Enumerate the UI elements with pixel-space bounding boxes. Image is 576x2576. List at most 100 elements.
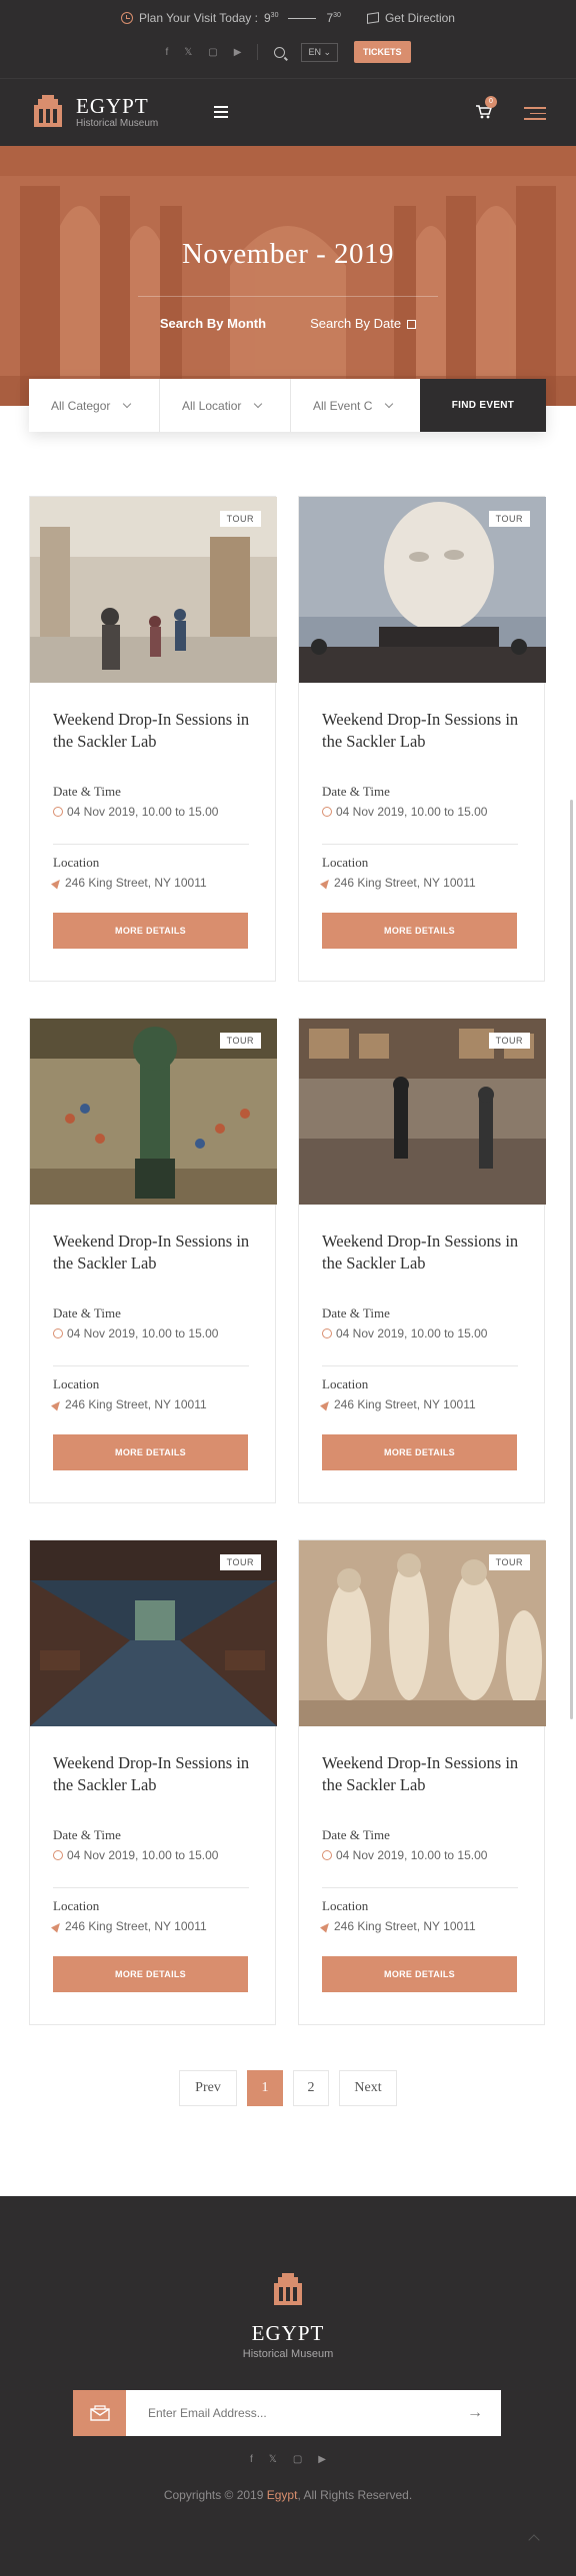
event-location: 246 King Street, NY 10011 xyxy=(51,1397,207,1411)
email-field[interactable] xyxy=(126,2390,449,2436)
page-1-button[interactable]: 1 xyxy=(247,2070,283,2106)
find-event-button[interactable]: FIND EVENT xyxy=(420,379,546,432)
event-card: TOUR Weekend Drop-In Sessions in the Sack… xyxy=(298,1018,546,1503)
location-arrow-icon xyxy=(51,1919,63,1933)
location-arrow-icon xyxy=(320,876,332,890)
location-label: Location xyxy=(322,1376,369,1391)
event-title[interactable]: Weekend Drop-In Sessions in the Sackler … xyxy=(53,1231,253,1275)
more-details-button[interactable]: MORE DETAILS xyxy=(53,1434,248,1470)
youtube-icon[interactable]: ▶ xyxy=(318,2454,326,2465)
card-divider xyxy=(53,1365,249,1366)
hero-divider xyxy=(138,296,438,297)
facebook-icon[interactable]: f xyxy=(250,2454,253,2465)
visit-label: Plan Your Visit Today : xyxy=(139,11,258,25)
next-page-button[interactable]: Next xyxy=(339,2070,397,2106)
clock-icon xyxy=(53,807,63,817)
footer-brand-name: EGYPT xyxy=(251,2321,325,2345)
youtube-icon[interactable]: ▶ xyxy=(234,47,242,58)
card-divider xyxy=(322,1365,518,1366)
date-time-label: Date & Time xyxy=(53,1305,121,1320)
more-details-button[interactable]: MORE DETAILS xyxy=(53,1956,248,1992)
site-logo[interactable]: EGYPT Historical Museum xyxy=(30,95,158,129)
divider xyxy=(257,44,259,60)
event-location: 246 King Street, NY 10011 xyxy=(51,876,207,890)
date-time-label: Date & Time xyxy=(53,784,121,799)
chevron-down-icon xyxy=(254,399,263,408)
museum-logo-icon xyxy=(274,2273,302,2305)
clock-icon xyxy=(322,1850,332,1860)
get-direction-link[interactable]: Get Direction xyxy=(366,11,455,25)
location-label: Location xyxy=(53,855,100,870)
location-arrow-icon xyxy=(51,1397,63,1411)
side-menu-icon[interactable] xyxy=(524,107,546,124)
cart-count-badge: 0 xyxy=(485,96,497,108)
search-by-month-tab[interactable]: Search By Month xyxy=(160,316,266,331)
event-location: 246 King Street, NY 10011 xyxy=(320,1397,476,1411)
copyright: Copyrights © 2019 Egypt, All Rights Rese… xyxy=(163,2488,413,2502)
location-arrow-icon xyxy=(320,1397,332,1411)
card-divider xyxy=(53,1887,249,1888)
event-title[interactable]: Weekend Drop-In Sessions in the Sackler … xyxy=(322,1752,522,1796)
event-tag: TOUR xyxy=(488,1554,530,1570)
language-select[interactable]: EN ⌄ xyxy=(301,42,339,62)
event-location: 246 King Street, NY 10011 xyxy=(320,1919,476,1933)
instagram-icon[interactable]: ▢ xyxy=(208,47,217,58)
brand-subtitle: Historical Museum xyxy=(76,117,159,129)
event-select[interactable]: All Event C xyxy=(291,379,422,432)
back-to-top-icon[interactable] xyxy=(528,2534,540,2546)
facebook-icon[interactable]: f xyxy=(165,47,168,58)
top-bar: Plan Your Visit Today : 930 730 Get Dire… xyxy=(0,0,576,78)
location-arrow-icon xyxy=(320,1919,332,1933)
event-title[interactable]: Weekend Drop-In Sessions in the Sackler … xyxy=(322,1231,522,1275)
subscribe-arrow-icon[interactable]: → xyxy=(449,2404,501,2422)
event-location: 246 King Street, NY 10011 xyxy=(51,1919,207,1933)
hamburger-menu-icon[interactable] xyxy=(214,106,228,121)
more-details-button[interactable]: MORE DETAILS xyxy=(322,1956,517,1992)
map-icon xyxy=(366,12,379,24)
more-details-button[interactable]: MORE DETAILS xyxy=(322,1434,517,1470)
event-tag: TOUR xyxy=(219,511,261,527)
date-time-label: Date & Time xyxy=(322,1305,390,1320)
event-date: 04 Nov 2019, 10.00 to 15.00 xyxy=(53,805,218,819)
event-search-form: All Categor All Locatior All Event C FIN… xyxy=(29,379,546,432)
event-title[interactable]: Weekend Drop-In Sessions in the Sackler … xyxy=(53,1752,253,1796)
location-label: Location xyxy=(53,1898,100,1913)
calendar-icon xyxy=(407,320,417,329)
page-2-button[interactable]: 2 xyxy=(293,2070,329,2106)
tickets-button[interactable]: TICKETS xyxy=(354,41,411,63)
site-footer: EGYPT Historical Museum → f 𝕏 ▢ ▶ Copyri… xyxy=(0,2196,576,2576)
twitter-icon[interactable]: 𝕏 xyxy=(269,2454,277,2465)
instagram-icon[interactable]: ▢ xyxy=(293,2454,302,2465)
card-divider xyxy=(322,844,518,845)
event-card: TOUR Weekend Drop-In Sessions in the Sack… xyxy=(298,496,546,982)
museum-logo-icon xyxy=(34,95,62,127)
event-title[interactable]: Weekend Drop-In Sessions in the Sackler … xyxy=(322,709,522,753)
date-time-label: Date & Time xyxy=(53,1827,121,1842)
clock-icon xyxy=(53,1850,63,1860)
search-icon[interactable] xyxy=(274,46,286,58)
location-select[interactable]: All Locatior xyxy=(160,379,291,432)
location-label: Location xyxy=(322,1898,369,1913)
copyright-brand-link[interactable]: Egypt xyxy=(267,2488,298,2502)
hero-filters: Search By Month Search By Date xyxy=(0,316,576,331)
footer-logo[interactable]: EGYPT Historical Museum xyxy=(0,2272,576,2360)
page-title: November - 2019 xyxy=(181,238,395,270)
more-details-button[interactable]: MORE DETAILS xyxy=(53,913,248,949)
location-label: Location xyxy=(53,1376,100,1391)
event-date: 04 Nov 2019, 10.00 to 15.00 xyxy=(53,1326,218,1340)
category-select[interactable]: All Categor xyxy=(29,379,160,432)
direction-label: Get Direction xyxy=(384,11,455,25)
location-arrow-icon xyxy=(51,876,63,890)
prev-page-button[interactable]: Prev xyxy=(179,2070,237,2106)
search-by-date-tab[interactable]: Search By Date xyxy=(310,316,417,331)
hero-banner: November - 2019 Search By Month Search B… xyxy=(0,146,576,406)
visit-hours: Plan Your Visit Today : 930 730 xyxy=(121,11,341,25)
scrollbar[interactable] xyxy=(570,800,573,1719)
twitter-icon[interactable]: 𝕏 xyxy=(184,47,192,58)
more-details-button[interactable]: MORE DETAILS xyxy=(322,913,517,949)
footer-social-links: f 𝕏 ▢ ▶ xyxy=(0,2454,576,2465)
card-divider xyxy=(322,1887,518,1888)
event-title[interactable]: Weekend Drop-In Sessions in the Sackler … xyxy=(53,709,253,753)
chevron-down-icon xyxy=(123,399,132,408)
event-card: TOUR Weekend Drop-In Sessions in the Sack… xyxy=(298,1539,546,2025)
